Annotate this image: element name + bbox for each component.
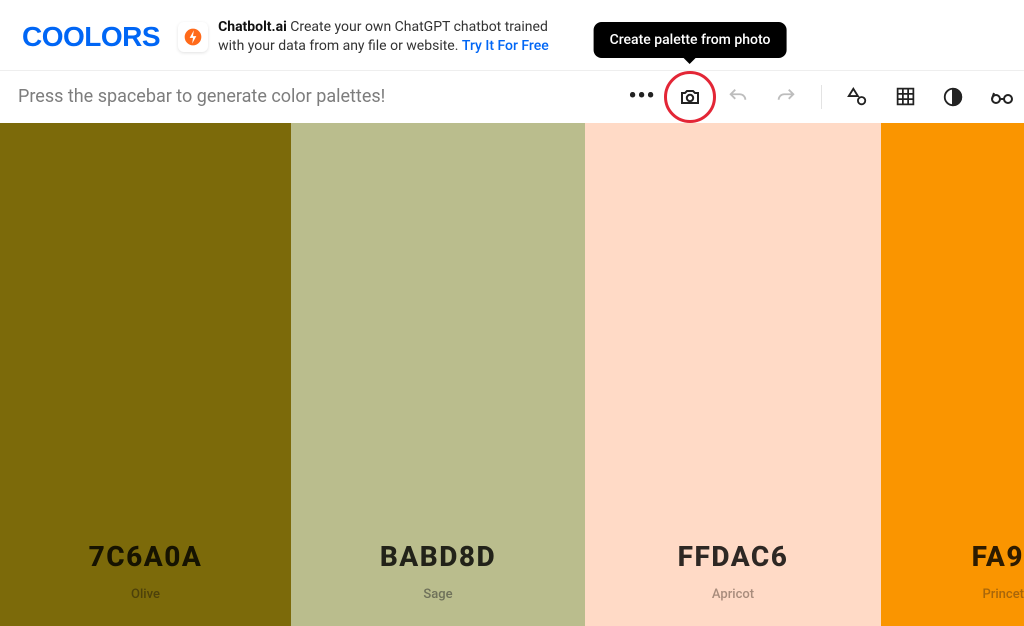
ad-link[interactable]: Try It For Free (462, 38, 549, 54)
swatch-hex[interactable]: 7C6A0A (89, 540, 203, 573)
redo-icon (775, 86, 797, 108)
color-swatch[interactable]: FFDAC6 Apricot (585, 123, 881, 626)
undo-button[interactable] (723, 82, 753, 112)
swatch-hex[interactable]: BABD8D (380, 540, 496, 573)
glasses-icon (989, 85, 1013, 109)
swatch-name: Princet (982, 587, 1024, 602)
swatch-name: Apricot (712, 587, 754, 602)
generate-hint: Press the spacebar to generate color pal… (18, 86, 627, 107)
variations-button[interactable] (842, 82, 872, 112)
swatch-name: Sage (423, 587, 452, 602)
contrast-icon (942, 86, 964, 108)
grid-icon (895, 86, 916, 107)
toolbar: Press the spacebar to generate color pal… (0, 71, 1024, 123)
chatbolt-icon (178, 22, 208, 52)
swatch-hex[interactable]: FFDAC6 (678, 540, 789, 573)
color-swatch[interactable]: FA9 Princet (881, 123, 1024, 626)
ad-text: Chatbolt.ai Create your own ChatGPT chat… (218, 18, 568, 56)
contrast-button[interactable] (938, 82, 968, 112)
palette: 7C6A0A Olive BABD8D Sage FFDAC6 Apricot FA9 Pri… (0, 123, 1024, 626)
ad-title: Chatbolt.ai (218, 19, 287, 35)
sponsor-ad[interactable]: Chatbolt.ai Create your own ChatGPT chat… (178, 18, 568, 56)
toolbar-separator (821, 85, 822, 109)
redo-button[interactable] (771, 82, 801, 112)
color-swatch[interactable]: 7C6A0A Olive (0, 123, 291, 626)
color-swatch[interactable]: BABD8D Sage (291, 123, 585, 626)
view-button[interactable] (986, 82, 1016, 112)
grid-view-button[interactable] (890, 82, 920, 112)
logo[interactable]: COOLORS (22, 21, 160, 53)
shapes-icon (846, 86, 868, 108)
swatch-hex[interactable]: FA9 (972, 540, 1024, 573)
camera-icon (678, 85, 702, 109)
camera-tooltip: Create palette from photo (594, 22, 787, 58)
undo-icon (727, 86, 749, 108)
create-from-photo-button[interactable]: Create palette from photo (675, 82, 705, 112)
swatch-name: Olive (131, 587, 160, 602)
top-header: COOLORS Chatbolt.ai Create your own Chat… (0, 0, 1024, 71)
more-options-button[interactable]: ••• (627, 82, 657, 112)
tool-group: ••• Create palette from photo (627, 82, 1020, 112)
